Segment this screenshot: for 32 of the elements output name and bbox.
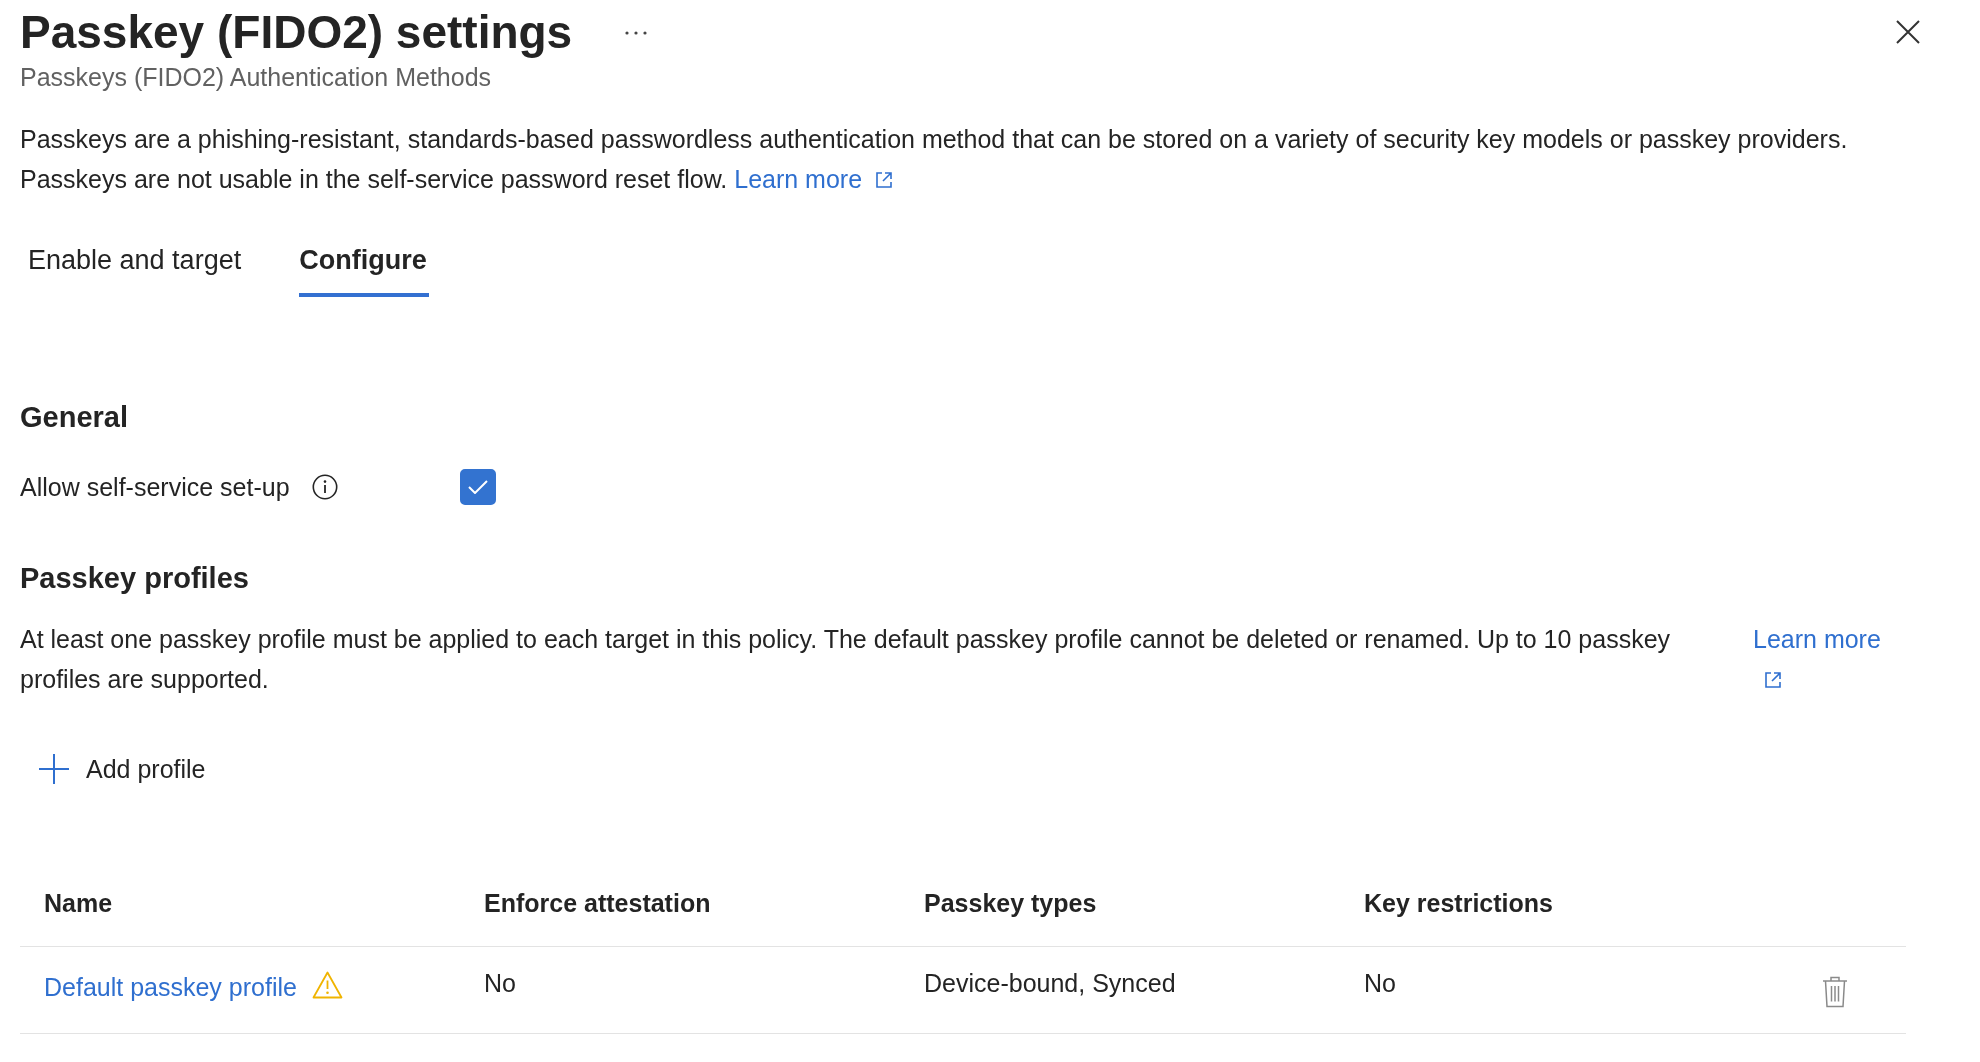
tab[interactable]: Enable and target: [28, 243, 244, 297]
section-heading: Passkey profiles: [20, 561, 250, 596]
column-header: Name: [43, 888, 114, 919]
info-icon[interactable]: [311, 474, 338, 500]
column-header: Key restrictions: [1363, 888, 1554, 919]
column-header: Passkey types: [923, 888, 1098, 919]
close-icon: [1896, 20, 1920, 44]
page-subtitle: Passkeys (FIDO2) Authentication Methods: [20, 62, 493, 93]
learn-more-link[interactable]: Learn more: [734, 165, 894, 193]
trash-icon: [1822, 976, 1848, 1008]
profile-link[interactable]: Default passkey profile: [44, 970, 297, 1004]
more-icon: [625, 31, 648, 35]
profiles-description: At least one passkey profile must be applied to each target in this policy. The default passkey profile cannot be deleted or renamed. Up to 10 passkey profiles are supported.: [20, 624, 1672, 695]
tab[interactable]: Configure: [299, 243, 429, 297]
table-cell-text: No: [1363, 968, 1397, 999]
checkbox[interactable]: [460, 469, 496, 505]
setting-label: Allow self-service set-up: [20, 472, 290, 503]
more-button[interactable]: [625, 31, 648, 35]
checkmark-icon: [468, 480, 488, 494]
page-title: Passkey (FIDO2) settings: [20, 5, 573, 60]
add-profile-button[interactable]: Add profile: [26, 745, 218, 793]
column-header: Enforce attestation: [483, 888, 712, 919]
description-text: Passkeys are a phishing-resistant, standards-based passwordless authentication method that can be stored on a variety of security key models or passkey providers. Passkeys are not usable in the self-service password reset flow. Learn more: [20, 124, 1849, 195]
delete-button[interactable]: [1820, 974, 1850, 1010]
close-button[interactable]: [1896, 20, 1920, 44]
section-heading: General: [20, 400, 129, 435]
plus-icon: [38, 753, 70, 785]
external-link-icon: [1764, 671, 1782, 689]
table-cell-text: No: [483, 968, 517, 999]
external-link-icon: [875, 171, 894, 189]
table-cell-text: Device-bound, Synced: [923, 968, 1177, 999]
learn-more-link[interactable]: Learn more: [1753, 619, 1893, 699]
